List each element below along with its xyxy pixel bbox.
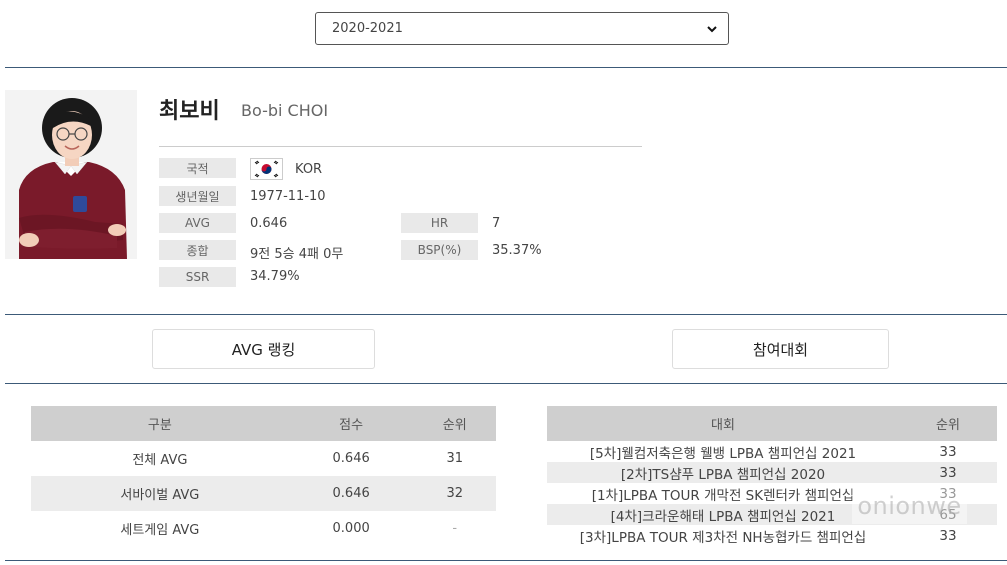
cell-tournament[interactable]: [4차]크라운해태 LPBA 챔피언십 2021 xyxy=(547,504,899,525)
divider xyxy=(5,314,1007,315)
table-row[interactable]: [3차]LPBA TOUR 제3차전 NH농협카드 챔피언십 33 xyxy=(547,525,997,546)
cell-category: 세트게임 AVG xyxy=(120,523,200,538)
table-row[interactable]: [5차]웰컴저축은행 웰뱅 LPBA 챔피언십 2021 33 xyxy=(547,441,997,462)
tournaments-table: 대회 순위 [5차]웰컴저축은행 웰뱅 LPBA 챔피언십 2021 33 [2… xyxy=(547,406,997,546)
cell-rank: 33 xyxy=(939,443,957,460)
column-header-category: 구분 xyxy=(31,406,289,441)
avg-ranking-table: 구분 점수 순위 전체 AVG 0.646 31 서바이벌 AVG 0.646 … xyxy=(31,406,496,546)
ssr-value: 34.79% xyxy=(250,269,300,284)
cell-tournament[interactable]: [2차]TS샴푸 LPBA 챔피언십 2020 xyxy=(547,462,899,483)
column-header-rank: 순위 xyxy=(899,406,997,441)
hr-value: 7 xyxy=(492,216,501,231)
birth-label: 생년월일 xyxy=(159,186,236,206)
cell-tournament[interactable]: [1차]LPBA TOUR 개막전 SK렌터카 챔피언십 xyxy=(547,483,899,504)
cell-rank: 32 xyxy=(413,476,496,511)
tab-tournaments[interactable]: 참여대회 xyxy=(672,329,889,369)
nationality-value: KOR xyxy=(295,162,323,177)
table-header-row: 구분 점수 순위 xyxy=(31,406,496,441)
nationality-label: 국적 xyxy=(159,158,236,178)
cell-category: 전체 AVG xyxy=(132,453,188,468)
divider xyxy=(5,560,1007,561)
player-photo xyxy=(5,90,137,259)
table-row: 세트게임 AVG 0.000 - xyxy=(31,511,496,546)
tab-avg-ranking[interactable]: AVG 랭킹 xyxy=(152,329,375,369)
hr-label: HR xyxy=(401,213,478,233)
column-header-tournament: 대회 xyxy=(547,406,899,441)
cell-rank: - xyxy=(452,521,458,536)
south-korea-flag-icon xyxy=(250,158,283,180)
cell-score: 0.646 xyxy=(288,476,414,511)
cell-tournament[interactable]: [5차]웰컴저축은행 웰뱅 LPBA 챔피언십 2021 xyxy=(547,441,899,462)
avg-value: 0.646 xyxy=(250,216,288,231)
name-divider xyxy=(159,146,642,147)
cell-score: 0.000 xyxy=(332,521,370,536)
player-name-english: Bo-bi CHOI xyxy=(241,101,329,120)
table-row: 서바이벌 AVG 0.646 32 xyxy=(31,476,496,511)
divider xyxy=(5,67,1007,68)
table-header-row: 대회 순위 xyxy=(547,406,997,441)
birth-value: 1977-11-10 xyxy=(250,189,326,204)
cell-rank: 33 xyxy=(939,527,957,544)
cell-score: 0.646 xyxy=(332,451,370,466)
cell-rank: 33 xyxy=(899,462,997,483)
ssr-label: SSR xyxy=(159,267,236,287)
cell-rank: 31 xyxy=(446,451,464,466)
avg-label: AVG xyxy=(159,213,236,233)
table-row[interactable]: [2차]TS샴푸 LPBA 챔피언십 2020 33 xyxy=(547,462,997,483)
cell-category: 서바이벌 AVG xyxy=(31,476,289,511)
divider xyxy=(5,383,1007,384)
record-label: 종합 xyxy=(159,240,236,260)
column-header-rank: 순위 xyxy=(413,406,496,441)
table-row: 전체 AVG 0.646 31 xyxy=(31,441,496,476)
season-select[interactable]: 2020-2021 xyxy=(315,12,729,45)
watermark: onionwe xyxy=(852,488,967,524)
player-name-korean: 최보비 xyxy=(159,99,220,124)
record-value: 9전 5승 4패 0무 xyxy=(250,247,344,262)
chevron-down-icon xyxy=(707,25,717,32)
season-select-value: 2020-2021 xyxy=(332,21,403,36)
bsp-value: 35.37% xyxy=(492,243,542,258)
bsp-label: BSP(%) xyxy=(401,240,478,260)
cell-tournament[interactable]: [3차]LPBA TOUR 제3차전 NH농협카드 챔피언십 xyxy=(547,525,899,546)
column-header-score: 점수 xyxy=(288,406,414,441)
